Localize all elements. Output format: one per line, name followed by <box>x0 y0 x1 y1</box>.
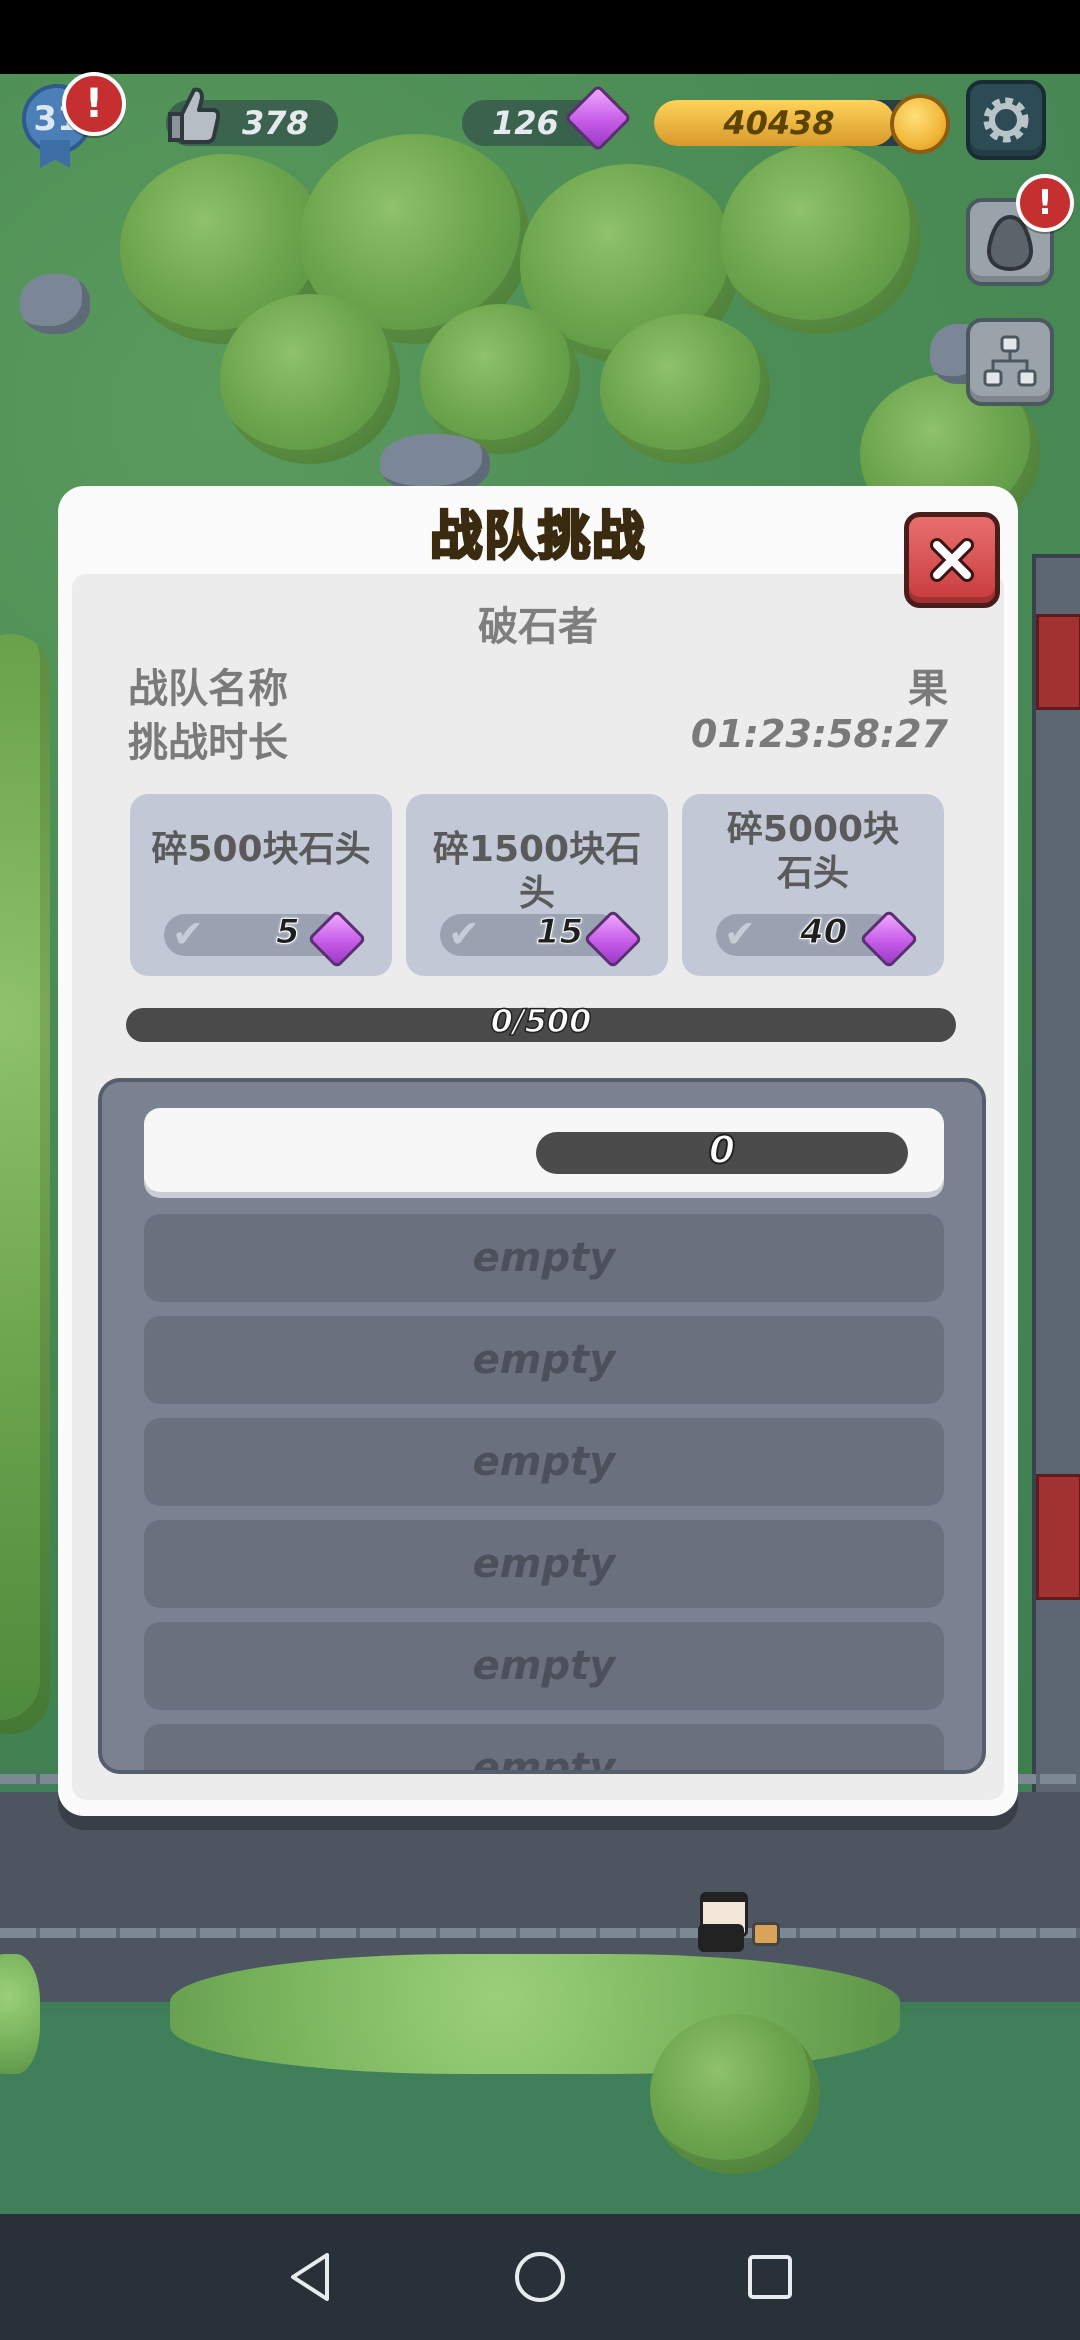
rock <box>20 274 90 334</box>
road-edge <box>0 1928 1080 1938</box>
team-button[interactable] <box>966 318 1054 406</box>
challenge-progress-bar: 0/500 <box>126 1001 956 1042</box>
team-name-label: 战队名称 <box>128 666 288 712</box>
leaderboard-empty-row: empty <box>144 1418 944 1506</box>
empty-label: empty <box>472 1439 616 1485</box>
close-icon <box>930 538 974 582</box>
empty-label: empty <box>472 1235 616 1281</box>
coins-value: 40438 <box>723 104 835 142</box>
task-label: 碎500块石头 <box>151 829 371 870</box>
bush <box>0 1954 40 2074</box>
recent-apps-button[interactable] <box>710 2214 830 2340</box>
task-card: 碎1500块石头 ✔ 15 <box>406 794 668 976</box>
tree <box>650 2014 820 2174</box>
status-bar <box>0 0 1080 74</box>
team-leaderboard[interactable]: 0 empty empty empty empty empty empty <box>98 1078 986 1774</box>
player-character <box>692 1892 780 1954</box>
close-button[interactable] <box>904 512 1000 608</box>
score-bar: 0 <box>536 1127 908 1174</box>
task-label: 碎1500块石头 <box>432 829 642 914</box>
team-challenge-dialog: 战队挑战 破石者 战队名称 果 挑战时长 01:23:58:27 碎500块石头… <box>58 486 1018 1816</box>
gear-icon <box>983 97 1029 143</box>
leaderboard-empty-row: empty <box>144 1316 944 1404</box>
task-reward-value: 5 <box>276 912 301 953</box>
check-icon: ✔ <box>724 912 756 956</box>
empty-label: empty <box>472 1337 616 1383</box>
recent-apps-icon <box>748 2255 792 2299</box>
egg-alert-icon: ! <box>1016 174 1074 232</box>
leaderboard-empty-row: empty <box>144 1520 944 1608</box>
tree <box>0 634 50 1734</box>
check-icon: ✔ <box>448 912 480 956</box>
home-button[interactable] <box>480 2214 600 2340</box>
level-alert-icon: ! <box>62 72 126 136</box>
leaderboard-empty-row: empty <box>144 1622 944 1710</box>
tree <box>720 144 920 334</box>
team-name-value: 果 <box>908 666 948 712</box>
task-label: 碎5000块石头 <box>726 809 900 894</box>
gems-value: 126 <box>492 104 559 142</box>
task-reward-value: 40 <box>799 912 848 953</box>
leaderboard-empty-row: empty <box>144 1724 944 1774</box>
empty-label: empty <box>472 1541 616 1587</box>
rock <box>380 434 490 494</box>
wall-post <box>1032 554 1080 1862</box>
score-value: 0 <box>708 1127 736 1173</box>
empty-label: empty <box>472 1643 616 1689</box>
thumbs-up-icon <box>164 84 222 146</box>
tree <box>220 294 400 464</box>
settings-button[interactable] <box>966 80 1046 160</box>
tree <box>420 304 580 454</box>
dialog-title: 战队挑战 <box>428 506 646 569</box>
team-icon <box>983 335 1037 387</box>
system-nav-bar <box>0 2214 1080 2340</box>
likes-value: 378 <box>242 104 309 142</box>
back-icon <box>291 2253 329 2301</box>
check-icon: ✔ <box>172 912 204 956</box>
red-door <box>1036 1474 1080 1600</box>
challenge-progress-text: 0/500 <box>490 1001 592 1041</box>
home-icon <box>515 2252 565 2302</box>
tree <box>600 314 770 464</box>
task-card: 碎5000块石头 ✔ 40 <box>682 794 944 976</box>
leaderboard-empty-row: empty <box>144 1214 944 1302</box>
dialog-body: 破石者 战队名称 果 挑战时长 01:23:58:27 碎500块石头 ✔ 5 … <box>72 574 1004 1800</box>
leaderboard-row-current: 0 <box>144 1108 944 1192</box>
duration-value: 01:23:58:27 <box>690 712 948 756</box>
red-door <box>1036 614 1080 710</box>
back-button[interactable] <box>250 2214 370 2340</box>
empty-label: empty <box>472 1745 616 1774</box>
task-reward-value: 15 <box>535 912 584 953</box>
task-card: 碎500块石头 ✔ 5 <box>130 794 392 976</box>
challenge-name: 破石者 <box>478 604 598 650</box>
coin-icon <box>890 94 950 154</box>
duration-label: 挑战时长 <box>128 720 288 766</box>
